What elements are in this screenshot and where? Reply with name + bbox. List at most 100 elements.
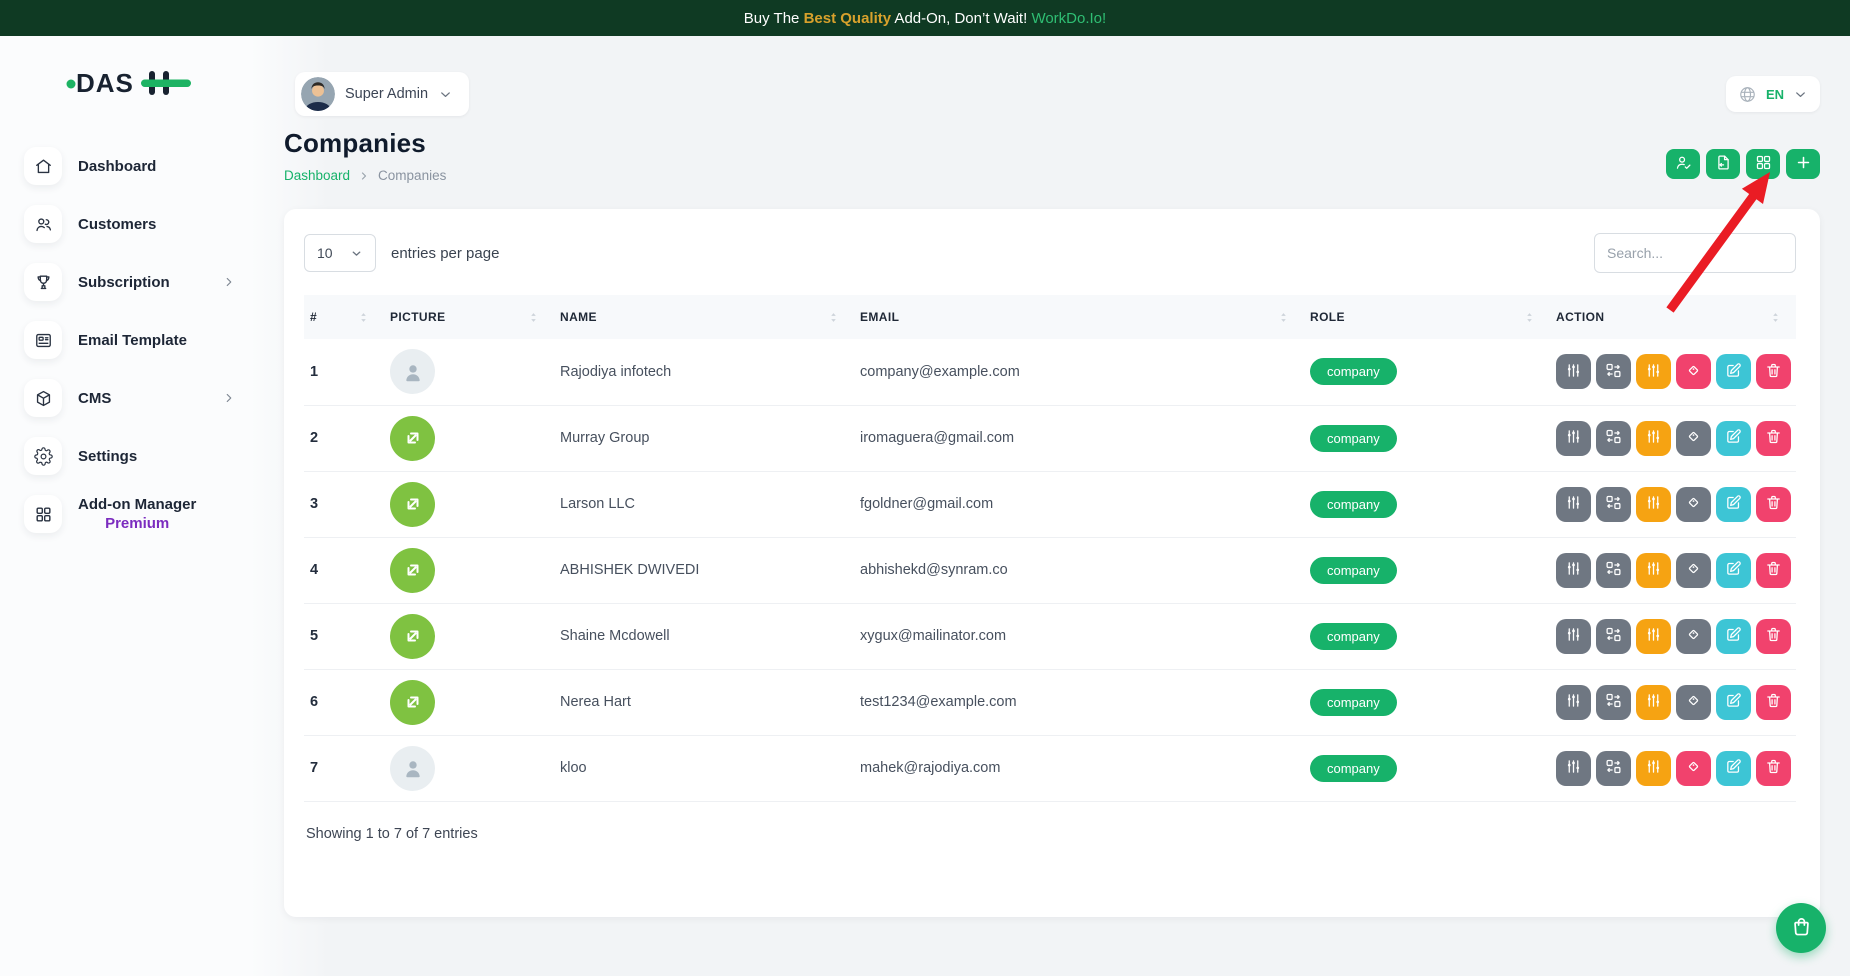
banner-text: Buy The (744, 10, 804, 27)
storage-button[interactable] (1636, 487, 1671, 522)
plan-button[interactable] (1556, 619, 1591, 654)
delete-button[interactable] (1756, 685, 1791, 720)
sliders-icon (1565, 428, 1582, 448)
trash-icon (1765, 692, 1782, 712)
sidebar-item-label: Settings (78, 448, 137, 465)
page-title: Companies (284, 128, 446, 159)
delete-button[interactable] (1756, 487, 1791, 522)
login-toggle-button[interactable] (1676, 751, 1711, 786)
trash-icon (1765, 758, 1782, 778)
switch-plan-button[interactable] (1596, 354, 1631, 389)
sidebar-item-customers[interactable]: Customers (24, 205, 236, 243)
company-email: xygux@mailinator.com (854, 603, 1304, 669)
col-header-name[interactable]: NAME (554, 295, 854, 339)
sort-icon (1277, 311, 1290, 324)
brand-logo[interactable]: DAS (65, 66, 284, 103)
company-name: kloo (554, 735, 854, 801)
sidebar-nav: Dashboard Customers Subscription Email T… (24, 147, 284, 533)
sidebar: DAS Dashboard Customers Subscription (0, 36, 284, 976)
delete-button[interactable] (1756, 619, 1791, 654)
storage-button[interactable] (1636, 421, 1671, 456)
sidebar-item-email-template[interactable]: Email Template (24, 321, 236, 359)
add-company-button[interactable] (1786, 149, 1820, 179)
plan-button[interactable] (1556, 487, 1591, 522)
switch-plan-button[interactable] (1596, 553, 1631, 588)
user-placeholder-icon (390, 349, 435, 394)
edit-button[interactable] (1716, 553, 1751, 588)
storage-button[interactable] (1636, 619, 1671, 654)
delete-button[interactable] (1756, 354, 1791, 389)
sidebar-item-subscription[interactable]: Subscription (24, 263, 236, 301)
edit-icon (1725, 692, 1742, 712)
impersonate-user-button[interactable] (1666, 149, 1700, 179)
delete-button[interactable] (1756, 751, 1791, 786)
purchase-fab-button[interactable] (1776, 903, 1826, 953)
switch-plan-button[interactable] (1596, 487, 1631, 522)
sliders-icon (1565, 626, 1582, 646)
login-toggle-button[interactable] (1676, 421, 1711, 456)
edit-button[interactable] (1716, 751, 1751, 786)
sidebar-item-settings[interactable]: Settings (24, 437, 236, 475)
plan-button[interactable] (1556, 354, 1591, 389)
edit-button[interactable] (1716, 685, 1751, 720)
plan-button[interactable] (1556, 751, 1591, 786)
storage-button[interactable] (1636, 685, 1671, 720)
chevron-down-icon (350, 247, 363, 260)
language-code: EN (1766, 87, 1784, 102)
col-header-role[interactable]: ROLE (1304, 295, 1550, 339)
breadcrumb-dashboard-link[interactable]: Dashboard (284, 168, 350, 183)
language-selector[interactable]: EN (1726, 76, 1820, 112)
login-toggle-button[interactable] (1676, 487, 1711, 522)
switch-plan-button[interactable] (1596, 619, 1631, 654)
export-button[interactable] (1706, 149, 1740, 179)
gear-icon (24, 437, 62, 475)
col-header-index[interactable]: # (304, 295, 384, 339)
edit-button[interactable] (1716, 354, 1751, 389)
plan-button[interactable] (1556, 421, 1591, 456)
sidebar-item-addon-manager[interactable]: Add-on Manager Premium (24, 495, 236, 533)
plan-switch-icon (1605, 362, 1622, 382)
sliders-icon (1565, 758, 1582, 778)
role-badge: company (1310, 557, 1397, 584)
sidebar-item-cms[interactable]: CMS (24, 379, 236, 417)
storage-button[interactable] (1636, 354, 1671, 389)
company-logo-icon (390, 680, 435, 725)
row-actions (1556, 685, 1796, 720)
row-actions (1556, 553, 1796, 588)
plus-icon (1795, 154, 1812, 174)
delete-button[interactable] (1756, 553, 1791, 588)
table-row: 1 Rajodiya infotech company@example.com … (304, 339, 1796, 405)
search-input[interactable] (1594, 233, 1796, 273)
switch-plan-button[interactable] (1596, 751, 1631, 786)
sliders-icon (1645, 560, 1662, 580)
edit-button[interactable] (1716, 487, 1751, 522)
delete-button[interactable] (1756, 421, 1791, 456)
sidebar-item-dashboard[interactable]: Dashboard (24, 147, 236, 185)
col-header-action[interactable]: ACTION (1550, 295, 1796, 339)
user-menu[interactable]: Super Admin (295, 72, 469, 116)
login-toggle-button[interactable] (1676, 354, 1711, 389)
box-icon (24, 379, 62, 417)
entries-per-page-select[interactable]: 10 (304, 234, 376, 272)
breadcrumb: Dashboard Companies (284, 168, 446, 183)
plan-button[interactable] (1556, 553, 1591, 588)
sliders-icon (1645, 758, 1662, 778)
login-toggle-button[interactable] (1676, 553, 1711, 588)
sliders-icon (1645, 428, 1662, 448)
storage-button[interactable] (1636, 751, 1671, 786)
sliders-icon (1565, 362, 1582, 382)
edit-icon (1725, 428, 1742, 448)
switch-plan-button[interactable] (1596, 421, 1631, 456)
grid-view-button[interactable] (1746, 149, 1780, 179)
plan-switch-icon (1605, 692, 1622, 712)
banner-link[interactable]: WorkDo.Io! (1031, 10, 1106, 27)
storage-button[interactable] (1636, 553, 1671, 588)
col-header-email[interactable]: EMAIL (854, 295, 1304, 339)
edit-button[interactable] (1716, 421, 1751, 456)
col-header-picture[interactable]: PICTURE (384, 295, 554, 339)
login-toggle-button[interactable] (1676, 619, 1711, 654)
login-toggle-button[interactable] (1676, 685, 1711, 720)
switch-plan-button[interactable] (1596, 685, 1631, 720)
edit-button[interactable] (1716, 619, 1751, 654)
plan-button[interactable] (1556, 685, 1591, 720)
